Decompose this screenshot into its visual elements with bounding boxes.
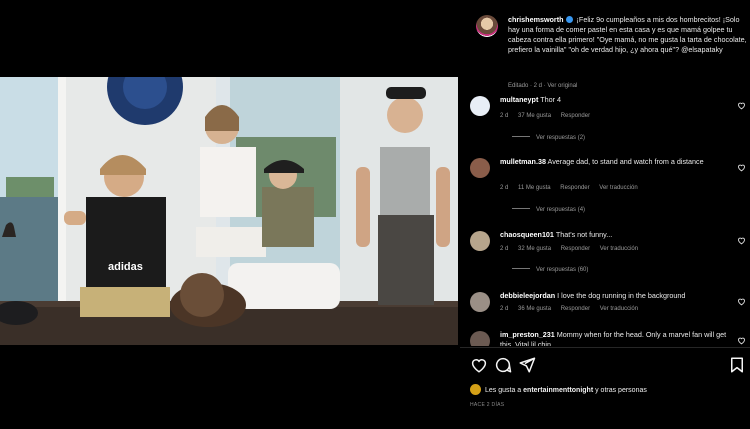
- commenter-username[interactable]: multaneypt: [500, 95, 538, 104]
- comment-meta: 2 d 36 Me gusta Responder Ver traducción: [500, 306, 646, 312]
- author-avatar[interactable]: [476, 15, 498, 37]
- commenter-username[interactable]: im_preston_231: [500, 330, 555, 339]
- see-original-link[interactable]: Ver original: [547, 83, 577, 89]
- comment-body: That's not funny...: [555, 230, 613, 239]
- comment-heart-icon[interactable]: [737, 101, 746, 110]
- commenter-avatar[interactable]: [470, 292, 490, 312]
- comment-text: im_preston_231 Mommy when for the head. …: [500, 330, 730, 346]
- comment-text: mulletman.38 Average dad, to stand and w…: [500, 157, 730, 167]
- commenter-username[interactable]: mulletman.38: [500, 157, 546, 166]
- comment-heart-icon[interactable]: [737, 297, 746, 306]
- translate-link[interactable]: Ver traducción: [600, 246, 638, 252]
- comment-icon[interactable]: [494, 356, 512, 374]
- comment-likes[interactable]: 37 Me gusta: [518, 113, 551, 119]
- comment-body: I love the dog running in the background: [557, 291, 686, 300]
- comment-time: 2 d: [500, 246, 509, 252]
- view-replies-button[interactable]: Ver respuestas (2): [512, 135, 585, 141]
- commenter-username[interactable]: debbieleejordan: [500, 291, 555, 300]
- comment-heart-icon[interactable]: [737, 336, 746, 345]
- comment-item: multaneypt Thor 4 2 d 37 Me gusta Respon…: [468, 93, 750, 143]
- likes-prefix: Les gusta a: [485, 387, 522, 394]
- comment-text: chaosqueen101 That's not funny...: [500, 230, 730, 240]
- commenter-avatar[interactable]: [470, 158, 490, 178]
- commenter-avatar[interactable]: [470, 331, 490, 346]
- actions-divider: [460, 347, 750, 348]
- commenter-avatar[interactable]: [470, 96, 490, 116]
- comment-time: 2 d: [500, 185, 509, 191]
- comment-likes[interactable]: 36 Me gusta: [518, 306, 551, 312]
- comment-item: mulletman.38 Average dad, to stand and w…: [468, 155, 750, 213]
- media-pane: adidas: [0, 0, 460, 429]
- view-replies-button[interactable]: Ver respuestas (60): [512, 267, 588, 273]
- comment-heart-icon[interactable]: [737, 163, 746, 172]
- post-actions-bar: [460, 356, 750, 378]
- bookmark-icon[interactable]: [728, 356, 746, 374]
- translate-link[interactable]: Ver traducción: [599, 185, 637, 191]
- translate-link[interactable]: Ver traducción: [600, 306, 638, 312]
- comment-item: im_preston_231 Mommy when for the head. …: [468, 328, 750, 346]
- photo-illustration: adidas: [0, 77, 458, 345]
- post-photo[interactable]: adidas: [0, 77, 458, 345]
- shirt-logo-text: adidas: [108, 261, 143, 273]
- comment-time: 2 d: [500, 306, 509, 312]
- heart-icon[interactable]: [470, 356, 488, 374]
- commenter-username[interactable]: chaosqueen101: [500, 230, 554, 239]
- edited-label: Editado · 2 d: [508, 83, 543, 89]
- verified-badge-icon: [565, 16, 573, 23]
- liker-username[interactable]: entertainmenttonight: [523, 387, 593, 394]
- reply-button[interactable]: Responder: [561, 113, 590, 119]
- comment-text: multaneypt Thor 4: [500, 95, 730, 105]
- comment-heart-icon[interactable]: [737, 236, 746, 245]
- caption-text: chrishemsworth ¡Feliz 9o cumpleaños a mi…: [508, 15, 750, 55]
- likes-suffix: y otras personas: [595, 387, 647, 394]
- likes-summary[interactable]: Les gusta a entertainmenttonight y otras…: [470, 384, 647, 395]
- view-replies-button[interactable]: Ver respuestas (4): [512, 207, 585, 213]
- liker-avatar: [470, 384, 481, 395]
- comment-meta: 2 d 11 Me gusta Responder Ver traducción: [500, 185, 646, 191]
- caption-meta: Editado · 2 d · Ver original: [508, 83, 578, 89]
- comment-likes[interactable]: 11 Me gusta: [518, 185, 551, 191]
- post-date: HACE 2 DÍAS: [470, 402, 505, 408]
- comment-likes[interactable]: 32 Me gusta: [518, 246, 551, 252]
- reply-button[interactable]: Responder: [561, 306, 590, 312]
- comment-body: Thor 4: [540, 95, 561, 104]
- comment-text: debbieleejordan I love the dog running i…: [500, 291, 730, 301]
- comment-body: Average dad, to stand and watch from a d…: [547, 157, 704, 166]
- reply-button[interactable]: Responder: [560, 185, 589, 191]
- comment-time: 2 d: [500, 113, 509, 119]
- send-icon[interactable]: [518, 356, 536, 374]
- comment-item: chaosqueen101 That's not funny... 2 d 32…: [468, 228, 750, 278]
- commenter-avatar[interactable]: [470, 231, 490, 251]
- reply-button[interactable]: Responder: [561, 246, 590, 252]
- comment-meta: 2 d 37 Me gusta Responder: [500, 113, 598, 119]
- comment-meta: 2 d 32 Me gusta Responder Ver traducción: [500, 246, 646, 252]
- author-username[interactable]: chrishemsworth: [508, 15, 564, 24]
